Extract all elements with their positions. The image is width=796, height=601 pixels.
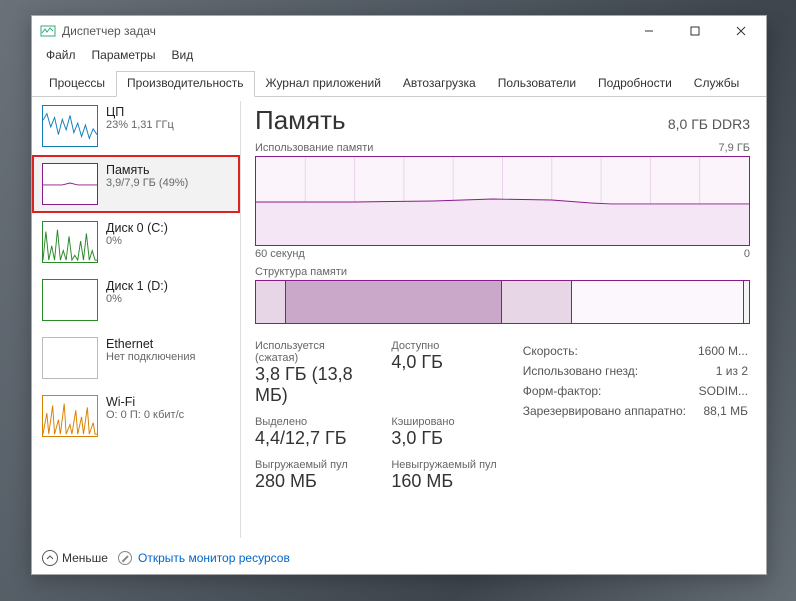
speed-value: 1600 М...: [698, 342, 748, 360]
chevron-up-icon: [42, 550, 58, 566]
sidebar-memory-label: Память: [106, 163, 188, 177]
reserved-label: Зарезервировано аппаратно:: [523, 402, 696, 420]
available-label: Доступно: [391, 340, 496, 352]
cpu-thumbnail-icon: [42, 105, 98, 147]
composition-segment: [502, 281, 571, 323]
composition-label: Структура памяти: [255, 266, 347, 278]
memory-composition-chart[interactable]: [255, 280, 750, 324]
disk0-thumbnail-icon: [42, 221, 98, 263]
composition-segment: [744, 281, 749, 323]
cached-value: 3,0 ГБ: [391, 428, 496, 449]
sidebar-disk1-sub: 0%: [106, 293, 168, 305]
tab-services[interactable]: Службы: [683, 71, 750, 97]
axis-right: 0: [744, 248, 750, 260]
tab-bar: Процессы Производительность Журнал прило…: [32, 66, 766, 97]
form-label: Форм-фактор:: [523, 382, 696, 400]
sidebar-wifi-label: Wi-Fi: [106, 395, 184, 409]
slots-value: 1 из 2: [698, 362, 748, 380]
tab-details[interactable]: Подробности: [587, 71, 683, 97]
paged-label: Выгружаемый пул: [255, 459, 363, 471]
open-resource-monitor-link[interactable]: Открыть монитор ресурсов: [118, 551, 290, 565]
reserved-value: 88,1 МБ: [698, 402, 748, 420]
wifi-thumbnail-icon: [42, 395, 98, 437]
sidebar-ethernet-label: Ethernet: [106, 337, 195, 351]
minimize-button[interactable]: [626, 16, 672, 46]
menu-options[interactable]: Параметры: [84, 46, 164, 66]
sidebar-item-wifi[interactable]: Wi-Fi О: 0 П: 0 кбит/с: [32, 387, 240, 445]
task-manager-window: Диспетчер задач Файл Параметры Вид Проце…: [31, 15, 767, 575]
sidebar-disk0-label: Диск 0 (C:): [106, 221, 168, 235]
fewer-details-label: Меньше: [62, 551, 108, 565]
main-title: Память: [255, 105, 346, 136]
composition-segment: [572, 281, 745, 323]
slots-label: Использовано гнезд:: [523, 362, 696, 380]
tab-startup[interactable]: Автозагрузка: [392, 71, 487, 97]
resource-monitor-icon: [118, 551, 132, 565]
usage-max: 7,9 ГБ: [718, 142, 750, 154]
memory-details-table: Скорость:1600 М... Использовано гнезд:1 …: [521, 340, 750, 492]
fewer-details-button[interactable]: Меньше: [42, 550, 108, 566]
footer-bar: Меньше Открыть монитор ресурсов: [32, 542, 766, 574]
sidebar-item-ethernet[interactable]: Ethernet Нет подключения: [32, 329, 240, 387]
usage-label: Использование памяти: [255, 142, 373, 154]
paged-value: 280 МБ: [255, 471, 363, 492]
inuse-value: 3,8 ГБ (13,8 МБ): [255, 364, 363, 406]
menu-bar: Файл Параметры Вид: [32, 46, 766, 66]
sidebar-item-disk0[interactable]: Диск 0 (C:) 0%: [32, 213, 240, 271]
form-value: SODIM...: [698, 382, 748, 400]
available-value: 4,0 ГБ: [391, 352, 496, 373]
disk1-thumbnail-icon: [42, 279, 98, 321]
sidebar-item-cpu[interactable]: ЦП 23% 1,31 ГГц: [32, 97, 240, 155]
tab-processes[interactable]: Процессы: [38, 71, 116, 97]
memory-thumbnail-icon: [42, 163, 98, 205]
memory-usage-chart[interactable]: [255, 156, 750, 246]
axis-left: 60 секунд: [255, 248, 305, 260]
composition-segment: [286, 281, 503, 323]
memory-capacity: 8,0 ГБ DDR3: [668, 116, 750, 132]
sidebar-memory-sub: 3,9/7,9 ГБ (49%): [106, 177, 188, 189]
committed-label: Выделено: [255, 416, 363, 428]
composition-segment: [256, 281, 286, 323]
menu-file[interactable]: Файл: [38, 46, 84, 66]
titlebar[interactable]: Диспетчер задач: [32, 16, 766, 46]
tab-apphistory[interactable]: Журнал приложений: [255, 71, 392, 97]
sidebar-item-disk1[interactable]: Диск 1 (D:) 0%: [32, 271, 240, 329]
menu-view[interactable]: Вид: [163, 46, 201, 66]
window-title: Диспетчер задач: [62, 24, 626, 38]
ethernet-thumbnail-icon: [42, 337, 98, 379]
close-button[interactable]: [718, 16, 764, 46]
cached-label: Кэшировано: [391, 416, 496, 428]
speed-label: Скорость:: [523, 342, 696, 360]
sidebar-wifi-sub: О: 0 П: 0 кбит/с: [106, 409, 184, 421]
perf-sidebar: ЦП 23% 1,31 ГГц Память 3,9/7,9 ГБ (49%): [32, 97, 240, 542]
sidebar-ethernet-sub: Нет подключения: [106, 351, 195, 363]
nonpaged-value: 160 МБ: [391, 471, 496, 492]
tab-performance[interactable]: Производительность: [116, 71, 254, 97]
tab-users[interactable]: Пользователи: [487, 71, 587, 97]
app-icon: [40, 23, 56, 39]
committed-value: 4,4/12,7 ГБ: [255, 428, 363, 449]
sidebar-disk0-sub: 0%: [106, 235, 168, 247]
resmon-label: Открыть монитор ресурсов: [138, 551, 290, 565]
main-panel: Память 8,0 ГБ DDR3 Использование памяти …: [241, 97, 766, 542]
sidebar-disk1-label: Диск 1 (D:): [106, 279, 168, 293]
sidebar-cpu-sub: 23% 1,31 ГГц: [106, 119, 174, 131]
nonpaged-label: Невыгружаемый пул: [391, 459, 496, 471]
inuse-label: Используется (сжатая): [255, 340, 363, 364]
maximize-button[interactable]: [672, 16, 718, 46]
sidebar-item-memory[interactable]: Память 3,9/7,9 ГБ (49%): [32, 155, 240, 213]
sidebar-cpu-label: ЦП: [106, 105, 174, 119]
